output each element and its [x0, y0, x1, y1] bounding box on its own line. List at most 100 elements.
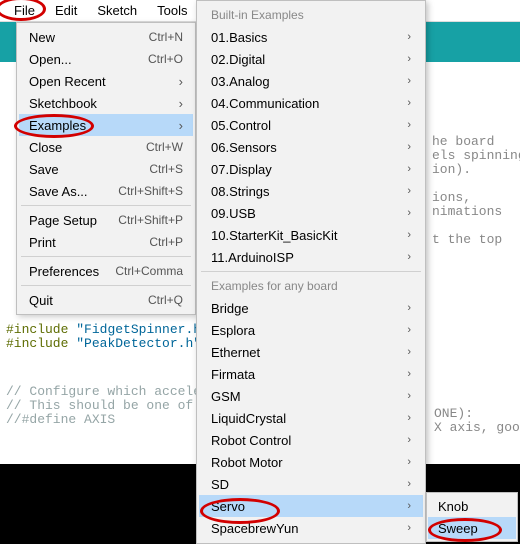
menu-separator [21, 205, 191, 206]
submenu-item-02-digital[interactable]: 02.Digital› [199, 48, 423, 70]
submenu-item-label: LiquidCrystal [211, 411, 407, 426]
menubar-item-sketch[interactable]: Sketch [87, 1, 147, 20]
menu-item-page-setup[interactable]: Page SetupCtrl+Shift+P [19, 209, 193, 231]
menu-item-label: Open Recent [29, 74, 173, 89]
menu-item-label: Open... [29, 52, 148, 67]
file-menu: NewCtrl+NOpen...Ctrl+OOpen Recent›Sketch… [16, 22, 196, 315]
menu-item-shortcut: Ctrl+S [149, 162, 183, 176]
submenu-item-09-usb[interactable]: 09.USB› [199, 202, 423, 224]
menu-item-label: Sketchbook [29, 96, 173, 111]
submenu-item-label: 03.Analog [211, 74, 407, 89]
submenu-item-label: 08.Strings [211, 184, 407, 199]
menu-item-close[interactable]: CloseCtrl+W [19, 136, 193, 158]
menu-item-shortcut: Ctrl+Comma [115, 264, 183, 278]
menu-item-label: Preferences [29, 264, 115, 279]
submenu-item-bridge[interactable]: Bridge› [199, 297, 423, 319]
menu-item-sketchbook[interactable]: Sketchbook› [19, 92, 193, 114]
menubar-item-file[interactable]: File [4, 1, 45, 20]
menu-item-label: Page Setup [29, 213, 118, 228]
submenu-item-robot-motor[interactable]: Robot Motor› [199, 451, 423, 473]
code-comment: //#define AXIS [6, 412, 115, 427]
submenu-item-10-starterkit-basickit[interactable]: 10.StarterKit_BasicKit› [199, 224, 423, 246]
menu-item-quit[interactable]: QuitCtrl+Q [19, 289, 193, 311]
chevron-right-icon: › [407, 207, 411, 219]
menu-item-label: Close [29, 140, 146, 155]
submenu-item-label: SpacebrewYun [211, 521, 407, 536]
menu-item-label: New [29, 30, 149, 45]
submenu-item-gsm[interactable]: GSM› [199, 385, 423, 407]
submenu-item-label: SD [211, 477, 407, 492]
menu-item-new[interactable]: NewCtrl+N [19, 26, 193, 48]
code-comment: // Configure which acceler [6, 384, 209, 399]
submenu-item-05-control[interactable]: 05.Control› [199, 114, 423, 136]
submenu-item-label: 11.ArduinoISP [211, 250, 407, 265]
code-peek-line: ONE): [434, 406, 473, 421]
submenu-item-esplora[interactable]: Esplora› [199, 319, 423, 341]
menu-item-examples[interactable]: Examples› [19, 114, 193, 136]
submenu-item-07-display[interactable]: 07.Display› [199, 158, 423, 180]
examples-menu: Built-in Examples01.Basics›02.Digital›03… [196, 0, 426, 544]
code-peek-line: t the top [432, 232, 502, 247]
submenu-item-label: Firmata [211, 367, 407, 382]
submenu-item-label: 07.Display [211, 162, 407, 177]
chevron-right-icon: › [407, 141, 411, 153]
chevron-right-icon: › [407, 500, 411, 512]
chevron-right-icon: › [407, 368, 411, 380]
chevron-right-icon: › [407, 119, 411, 131]
menu-item-preferences[interactable]: PreferencesCtrl+Comma [19, 260, 193, 282]
submenu-item-label: GSM [211, 389, 407, 404]
chevron-right-icon: › [407, 346, 411, 358]
menu-separator [21, 285, 191, 286]
servo-menu-item-sweep[interactable]: Sweep [428, 517, 516, 539]
submenu-item-label: 02.Digital [211, 52, 407, 67]
chevron-right-icon: › [407, 97, 411, 109]
submenu-item-06-sensors[interactable]: 06.Sensors› [199, 136, 423, 158]
menubar-item-edit[interactable]: Edit [45, 1, 87, 20]
submenu-item-sd[interactable]: SD› [199, 473, 423, 495]
menu-item-open-recent[interactable]: Open Recent› [19, 70, 193, 92]
submenu-item-label: Esplora [211, 323, 407, 338]
submenu-item-liquidcrystal[interactable]: LiquidCrystal› [199, 407, 423, 429]
code-line: #include "FidgetSpinner.h" [6, 322, 209, 337]
submenu-item-spacebrewyun[interactable]: SpacebrewYun› [199, 517, 423, 539]
submenu-item-ethernet[interactable]: Ethernet› [199, 341, 423, 363]
submenu-item-firmata[interactable]: Firmata› [199, 363, 423, 385]
servo-menu-item-knob[interactable]: Knob [428, 495, 516, 517]
chevron-right-icon: › [173, 118, 183, 133]
submenu-item-label: Robot Control [211, 433, 407, 448]
submenu-item-label: Robot Motor [211, 455, 407, 470]
menu-item-save[interactable]: SaveCtrl+S [19, 158, 193, 180]
chevron-right-icon: › [407, 324, 411, 336]
submenu-item-11-arduinoisp[interactable]: 11.ArduinoISP› [199, 246, 423, 268]
code-peek-line: nimations [432, 204, 502, 219]
menu-item-save-as-[interactable]: Save As...Ctrl+Shift+S [19, 180, 193, 202]
menubar-item-tools[interactable]: Tools [147, 1, 197, 20]
chevron-right-icon: › [173, 74, 183, 89]
code-peek-line: ion). [432, 162, 471, 177]
menu-item-print[interactable]: PrintCtrl+P [19, 231, 193, 253]
submenu-item-label: Ethernet [211, 345, 407, 360]
chevron-right-icon: › [407, 302, 411, 314]
menu-item-shortcut: Ctrl+W [146, 140, 183, 154]
submenu-item-03-analog[interactable]: 03.Analog› [199, 70, 423, 92]
chevron-right-icon: › [407, 251, 411, 263]
menu-item-open-[interactable]: Open...Ctrl+O [19, 48, 193, 70]
submenu-item-label: 10.StarterKit_BasicKit [211, 228, 407, 243]
chevron-right-icon: › [407, 434, 411, 446]
chevron-right-icon: › [407, 75, 411, 87]
code-comment: // This should be one of t [6, 398, 209, 413]
code-peek-line: X axis, goo [434, 420, 520, 435]
chevron-right-icon: › [407, 53, 411, 65]
menu-item-label: Quit [29, 293, 148, 308]
chevron-right-icon: › [407, 390, 411, 402]
submenu-item-08-strings[interactable]: 08.Strings› [199, 180, 423, 202]
menu-item-shortcut: Ctrl+Shift+P [118, 213, 183, 227]
code-peek-line: els spinning [432, 148, 520, 163]
submenu-header: Built-in Examples [199, 4, 423, 26]
submenu-item-01-basics[interactable]: 01.Basics› [199, 26, 423, 48]
submenu-item-robot-control[interactable]: Robot Control› [199, 429, 423, 451]
submenu-item-servo[interactable]: Servo› [199, 495, 423, 517]
menu-item-shortcut: Ctrl+O [148, 52, 183, 66]
submenu-item-04-communication[interactable]: 04.Communication› [199, 92, 423, 114]
menu-item-label: Examples [29, 118, 173, 133]
